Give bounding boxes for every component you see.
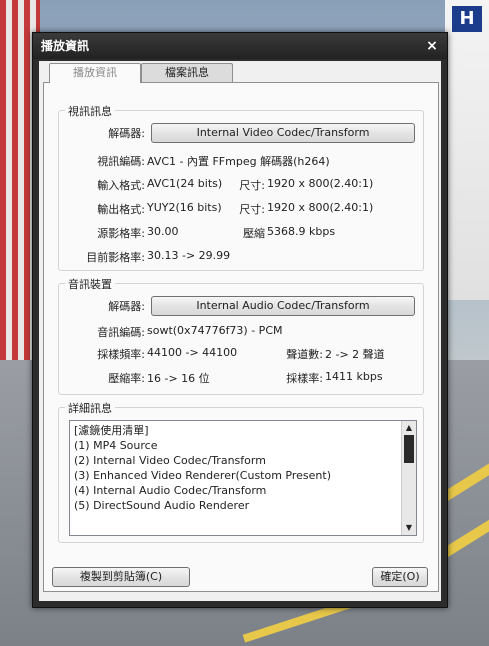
copy-to-clipboard-button[interactable]: 複製到剪貼簿(C)	[52, 567, 190, 587]
video-output-size-value: 1920 x 800(2.40:1)	[267, 201, 374, 214]
video-compress-value: 5368.9 kbps	[267, 225, 336, 238]
audio-decoder-button[interactable]: Internal Audio Codec/Transform	[151, 296, 415, 316]
scroll-thumb[interactable]	[404, 435, 414, 463]
video-output-size-label: 尺寸:	[239, 203, 265, 216]
audio-group-title: 音訊裝置	[65, 276, 115, 292]
video-input-size-value: 1920 x 800(2.40:1)	[267, 177, 374, 190]
vertical-scrollbar[interactable]: ▲ ▼	[401, 421, 416, 535]
video-source-fps-value: 30.00	[147, 225, 179, 238]
video-group-title: 視訊訊息	[65, 103, 115, 119]
filter-list[interactable]: [濾鏡使用清單] (1) MP4 Source (2) Internal Vid…	[69, 420, 417, 536]
audio-codec-label: 音訊編碼:	[97, 326, 145, 339]
video-current-fps-value: 30.13 -> 29.99	[147, 249, 231, 262]
scroll-up-icon[interactable]: ▲	[402, 421, 416, 435]
tab-panel: 視訊訊息 解碼器: Internal Video Codec/Transform…	[43, 82, 439, 592]
video-input-value: AVC1(24 bits)	[147, 177, 223, 190]
video-codec-label: 視訊編碼:	[97, 155, 145, 168]
filter-list-items: [濾鏡使用清單] (1) MP4 Source (2) Internal Vid…	[74, 423, 398, 513]
video-decoder-button[interactable]: Internal Video Codec/Transform	[151, 123, 415, 143]
scroll-down-icon[interactable]: ▼	[402, 521, 416, 535]
video-info-group: 視訊訊息 解碼器: Internal Video Codec/Transform…	[58, 103, 424, 271]
audio-codec-value: sowt(0x74776f73) - PCM	[147, 324, 283, 337]
video-codec-value: AVC1 - 內置 FFmpeg 解碼器(h264)	[147, 155, 330, 168]
dialog-client: 播放資訊 檔案訊息 視訊訊息 解碼器: Internal Video Codec…	[39, 61, 441, 601]
tab-file-info[interactable]: 檔案訊息	[141, 63, 233, 82]
list-item[interactable]: (1) MP4 Source	[74, 438, 398, 453]
audio-bitrate-label: 採樣率:	[286, 372, 323, 385]
titlebar: 播放資訊 ×	[33, 33, 447, 59]
video-decoder-label: 解碼器:	[108, 127, 145, 140]
audio-sample-rate-label: 採樣頻率:	[97, 348, 145, 361]
playback-info-dialog: 播放資訊 × 播放資訊 檔案訊息 視訊訊息 解碼器: Internal Vide…	[32, 32, 448, 608]
audio-bits-label: 壓縮率:	[108, 372, 145, 385]
audio-sample-rate-value: 44100 -> 44100	[147, 346, 238, 359]
audio-channels-value: 2 -> 2 聲道	[325, 348, 385, 361]
list-item[interactable]: (5) DirectSound Audio Renderer	[74, 498, 398, 513]
close-icon[interactable]: ×	[423, 33, 441, 59]
video-compress-label: 壓縮	[243, 227, 265, 240]
list-item[interactable]: (4) Internal Audio Codec/Transform	[74, 483, 398, 498]
audio-decoder-label: 解碼器:	[108, 300, 145, 313]
audio-channels-label: 聲道數:	[286, 348, 323, 361]
tab-playback-info[interactable]: 播放資訊	[49, 63, 141, 83]
video-output-value: YUY2(16 bits)	[147, 201, 222, 214]
video-current-fps-label: 目前影格率:	[86, 251, 145, 264]
list-item[interactable]: (3) Enhanced Video Renderer(Custom Prese…	[74, 468, 398, 483]
list-item[interactable]: (2) Internal Video Codec/Transform	[74, 453, 398, 468]
video-building-right	[445, 0, 489, 300]
video-output-label: 輸出格式:	[97, 203, 145, 216]
audio-info-group: 音訊裝置 解碼器: Internal Audio Codec/Transform…	[58, 276, 424, 395]
ok-button[interactable]: 確定(O)	[372, 567, 428, 587]
video-input-label: 輸入格式:	[97, 179, 145, 192]
hospital-sign: H	[452, 6, 482, 32]
video-source-fps-label: 源影格率:	[97, 227, 145, 240]
details-group-title: 詳細訊息	[65, 400, 115, 416]
audio-bits-value: 16 -> 16 位	[147, 372, 210, 385]
list-item[interactable]: [濾鏡使用清單]	[74, 423, 398, 438]
details-group: 詳細訊息 [濾鏡使用清單] (1) MP4 Source (2) Interna…	[58, 400, 424, 543]
window-title: 播放資訊	[41, 39, 90, 53]
audio-bitrate-value: 1411 kbps	[325, 370, 383, 383]
video-input-size-label: 尺寸:	[239, 179, 265, 192]
